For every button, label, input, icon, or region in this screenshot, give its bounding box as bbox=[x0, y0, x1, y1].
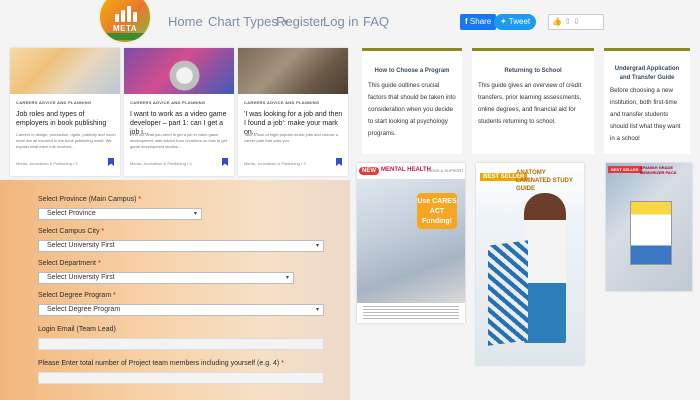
article-image bbox=[238, 48, 348, 94]
logo-chart-icon bbox=[115, 6, 139, 22]
province-label-text: Select Province (Main Campus) bbox=[38, 196, 137, 203]
article-meta: Media, Journalism & Publishing • 3 bbox=[16, 161, 78, 166]
article-category: CAREERS ADVICE AND PLANNING bbox=[130, 100, 206, 105]
memorizer-pack-cover bbox=[630, 201, 672, 265]
guide-card[interactable]: Undergrad Application and Transfer Guide… bbox=[604, 48, 690, 154]
required-mark: * bbox=[281, 360, 284, 367]
guide-text: Before choosing a new institution, both … bbox=[610, 87, 681, 142]
arrow-down-icon: ⇩ bbox=[573, 17, 580, 26]
members-label: Please Enter total number of Project tea… bbox=[38, 360, 284, 367]
bookmark-icon[interactable] bbox=[108, 158, 114, 166]
chevron-down-icon: ▾ bbox=[193, 211, 197, 217]
campus-city-select[interactable]: Select University First ▾ bbox=[38, 240, 324, 252]
new-badge: NEW bbox=[359, 167, 379, 175]
article-image bbox=[124, 48, 234, 94]
product-title: SPANISH GRADE MEMORIZER PACK bbox=[640, 165, 677, 175]
project-registration-form: Select Province (Main Campus) * Select P… bbox=[0, 180, 350, 400]
required-mark: * bbox=[97, 260, 101, 267]
article-image bbox=[10, 48, 120, 94]
twitter-bird-icon: ✦ bbox=[500, 17, 507, 26]
chevron-down-icon: ▾ bbox=[315, 243, 319, 249]
tweet-label: Tweet bbox=[508, 17, 531, 26]
guide-title[interactable]: Returning to School bbox=[478, 67, 588, 76]
article-description: Find out what you need to get a job in v… bbox=[130, 132, 227, 149]
degree-label: Select Degree Program * bbox=[38, 292, 116, 299]
logo-ribbon bbox=[106, 33, 146, 40]
guide-card[interactable]: How to Choose a Program This guide outli… bbox=[362, 48, 462, 154]
page: META Home Chart Types ▼ Register Log in F… bbox=[0, 0, 700, 400]
bookmark-icon[interactable] bbox=[336, 158, 342, 166]
product-title: MENTAL HEALTH bbox=[381, 167, 431, 173]
product-fine-print bbox=[363, 305, 459, 319]
guide-card[interactable]: Returning to School This guide gives an … bbox=[472, 48, 594, 154]
city-select-value: Select University First bbox=[47, 242, 115, 249]
required-mark: * bbox=[113, 292, 116, 299]
email-label: Login Email (Team Lead) bbox=[38, 326, 116, 333]
best-seller-badge: BEST SELLER bbox=[608, 166, 642, 173]
article-card[interactable]: CAREERS ADVICE AND PLANNING 'I was looki… bbox=[238, 48, 348, 176]
article-title[interactable]: Job roles and types of employers in book… bbox=[16, 110, 116, 128]
thumbs-up-icon: 👍 bbox=[552, 17, 562, 26]
guide-text: This guide gives an overview of credit t… bbox=[478, 82, 582, 125]
province-label: Select Province (Main Campus) * bbox=[38, 196, 141, 203]
article-meta: Media, Journalism & Publishing • 3 bbox=[130, 161, 192, 166]
article-description: Take a look at eight popular music jobs … bbox=[244, 132, 339, 143]
article-meta: Media, Journalism & Publishing • 3 bbox=[244, 161, 306, 166]
arrow-up-icon: ⇧ bbox=[564, 17, 571, 26]
logo-text: META bbox=[112, 24, 138, 33]
vote-widget[interactable]: 👍 ⇧ ⇩ bbox=[548, 14, 604, 30]
tweet-button[interactable]: ✦ Tweet bbox=[494, 14, 537, 30]
site-logo[interactable]: META bbox=[98, 0, 152, 44]
product-title: ANATOMY LAMINATED STUDY GUIDE bbox=[516, 170, 573, 192]
department-select-value: Select University First bbox=[47, 274, 115, 281]
student-figure bbox=[524, 193, 566, 343]
degree-program-select[interactable]: Select Degree Program ▾ bbox=[38, 304, 324, 316]
required-mark: * bbox=[138, 196, 142, 203]
chevron-down-icon: ▾ bbox=[315, 307, 319, 313]
nav-faq[interactable]: FAQ bbox=[363, 14, 389, 29]
city-label-text: Select Campus City bbox=[38, 228, 100, 235]
article-description: Careers in design, production, rights, p… bbox=[16, 132, 116, 149]
guide-title[interactable]: How to Choose a Program bbox=[368, 67, 456, 76]
article-category: CAREERS ADVICE AND PLANNING bbox=[244, 100, 320, 105]
department-select[interactable]: Select University First ▾ bbox=[38, 272, 294, 284]
product-anatomy-guide[interactable]: BEST SELLER ANATOMY LAMINATED STUDY GUID… bbox=[476, 163, 584, 365]
article-card[interactable]: CAREERS ADVICE AND PLANNING I want to wo… bbox=[124, 48, 234, 176]
bookmark-icon[interactable] bbox=[222, 158, 228, 166]
nav-register[interactable]: Register bbox=[276, 14, 324, 29]
department-label-text: Select Department bbox=[38, 260, 96, 267]
department-label: Select Department * bbox=[38, 260, 101, 267]
province-select[interactable]: Select Province ▾ bbox=[38, 208, 202, 220]
city-label: Select Campus City * bbox=[38, 228, 104, 235]
study-guide-sheet bbox=[488, 240, 528, 346]
product-subtitle: SIGNS & SUPPORT bbox=[427, 168, 464, 173]
required-mark: * bbox=[101, 228, 105, 235]
article-card[interactable]: CAREERS ADVICE AND PLANNING Job roles an… bbox=[10, 48, 120, 176]
province-select-value: Select Province bbox=[47, 210, 96, 217]
share-label: Share bbox=[469, 17, 492, 26]
degree-label-text: Select Degree Program bbox=[38, 292, 112, 299]
degree-select-value: Select Degree Program bbox=[47, 306, 121, 313]
article-category: CAREERS ADVICE AND PLANNING bbox=[16, 100, 92, 105]
nav-login[interactable]: Log in bbox=[323, 14, 358, 29]
team-members-input[interactable] bbox=[38, 372, 324, 384]
members-label-text: Please Enter total number of Project tea… bbox=[38, 360, 280, 367]
login-email-input[interactable] bbox=[38, 338, 324, 350]
facebook-icon: f bbox=[465, 17, 468, 26]
top-navbar: META Home Chart Types ▼ Register Log in F… bbox=[0, 0, 700, 46]
product-mental-health[interactable]: NEW MENTAL HEALTH SIGNS & SUPPORT Use CA… bbox=[357, 163, 465, 323]
guide-title[interactable]: Undergrad Application and Transfer Guide bbox=[610, 65, 684, 83]
nav-home[interactable]: Home bbox=[168, 14, 203, 29]
guide-text: This guide outlines crucial factors that… bbox=[368, 82, 456, 137]
nav-chart-types-label: Chart Types bbox=[208, 14, 278, 29]
cares-act-sticker: Use CARES ACT Funding! bbox=[417, 193, 457, 229]
facebook-share-button[interactable]: f Share bbox=[460, 14, 497, 30]
chevron-down-icon: ▾ bbox=[285, 275, 289, 281]
product-spanish-pack[interactable]: BEST SELLER SPANISH GRADE MEMORIZER PACK bbox=[606, 163, 692, 291]
